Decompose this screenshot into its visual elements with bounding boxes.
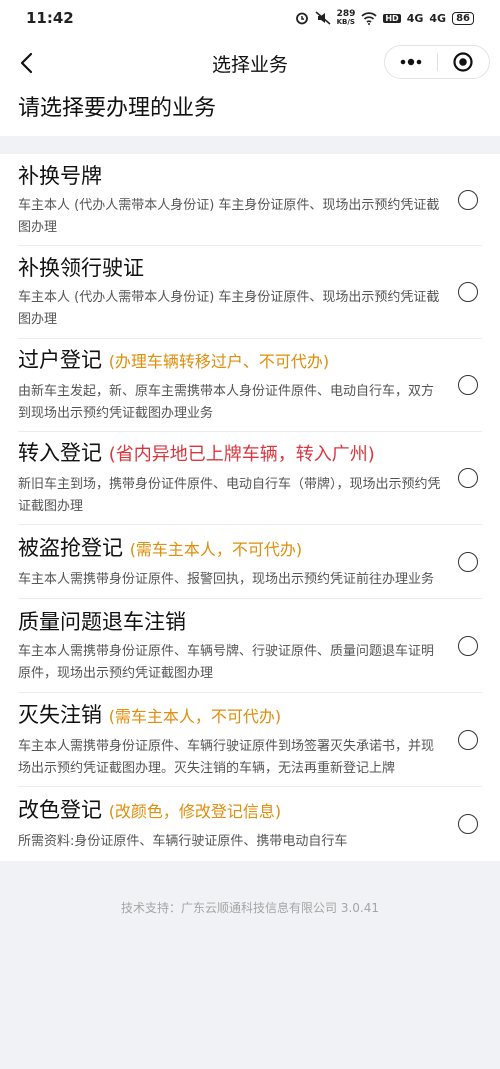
item-description: 车主本人需携带身份证原件、报警回执，现场出示预约凭证前往办理业务 (18, 571, 435, 587)
battery-indicator: 86 (452, 11, 474, 25)
item-title-row: 补换号牌 (18, 161, 444, 191)
item-title-row: 质量问题退车注销 (18, 607, 444, 637)
item-title: 改色登记 (18, 798, 102, 822)
mini-program-capsule (384, 45, 490, 79)
item-title-row: 灭失注销 (需车主本人，不可代办) (18, 700, 444, 732)
item-body: 改色登记 (改颜色，修改登记信息) 所需资料:身份证原件、车辆行驶证原件、携带电… (18, 795, 458, 853)
service-item-replace-license[interactable]: 补换领行驶证 车主本人 (代办人需带本人身份证) 车主身份证原件、现场出示预约凭… (18, 246, 482, 339)
service-item-replace-plate[interactable]: 补换号牌 车主本人 (代办人需带本人身份证) 车主身份证原件、现场出示预约凭证截… (18, 154, 482, 246)
item-body: 补换领行驶证 车主本人 (代办人需带本人身份证) 车主身份证原件、现场出示预约凭… (18, 253, 458, 331)
item-body: 被盗抢登记 (需车主本人，不可代办) 车主本人需携带身份证原件、报警回执，现场出… (18, 533, 458, 591)
item-note: (改颜色，修改登记信息) (108, 802, 282, 821)
item-note: (省内异地已上牌车辆，转入广州) (108, 444, 375, 465)
item-note: (需车主本人，不可代办) (108, 706, 282, 726)
item-title-row: 被盗抢登记 (需车主本人，不可代办) (18, 533, 444, 565)
signal-2: 4G (429, 11, 447, 25)
radio-button[interactable] (458, 468, 478, 488)
item-title-row: 改色登记 (改颜色，修改登记信息) (18, 795, 444, 827)
status-bar: 11:42 289 KB/S HD 4G 4G 86 (0, 0, 500, 36)
item-description: 由新车主发起，新、原车主需携带本人身份证件原件、电动自行车，双方到现场出示预约凭… (18, 384, 435, 421)
wifi-icon (361, 11, 377, 25)
item-description: 车主本人需携带身份证原件、车辆号牌、行驶证原件、质量问题退车证明原件，现场出示预… (18, 643, 435, 681)
item-title-row: 转入登记 (省内异地已上牌车辆，转入广州) (18, 438, 444, 470)
item-body: 补换号牌 车主本人 (代办人需带本人身份证) 车主身份证原件、现场出示预约凭证截… (18, 161, 458, 239)
section-heading-text: 请选择要办理的业务 (18, 96, 217, 121)
item-body: 转入登记 (省内异地已上牌车辆，转入广州) 新旧车主到场，携带身份证件原件、电动… (18, 438, 458, 518)
item-title: 被盗抢登记 (18, 535, 123, 560)
item-description: 车主本人 (代办人需带本人身份证) 车主身份证原件、现场出示预约凭证截图办理 (18, 290, 440, 327)
service-list: 补换号牌 车主本人 (代办人需带本人身份证) 车主身份证原件、现场出示预约凭证截… (0, 154, 500, 861)
status-time: 11:42 (26, 9, 74, 27)
radio-button[interactable] (458, 375, 478, 395)
page-title: 选择业务 (211, 53, 288, 76)
section-heading: 请选择要办理的业务 (0, 90, 500, 136)
nav-bar: 选择业务 (0, 36, 500, 90)
item-title: 补换号牌 (18, 163, 102, 188)
item-body: 质量问题退车注销 车主本人需携带身份证原件、车辆号牌、行驶证原件、质量问题退车证… (18, 607, 458, 685)
status-icons: 289 KB/S HD 4G 4G 86 (295, 10, 474, 26)
hd-badge: HD (383, 13, 401, 23)
service-item-loss-cancel[interactable]: 灭失注销 (需车主本人，不可代办) 车主本人需携带身份证原件、车辆行驶证原件到场… (18, 693, 482, 787)
service-item-color-change[interactable]: 改色登记 (改颜色，修改登记信息) 所需资料:身份证原件、车辆行驶证原件、携带电… (18, 787, 482, 861)
service-item-transfer-in[interactable]: 转入登记 (省内异地已上牌车辆，转入广州) 新旧车主到场，携带身份证件原件、电动… (18, 432, 482, 525)
item-description: 新旧车主到场，携带身份证件原件、电动自行车（带牌），现场出示预约凭证截图办理 (18, 477, 441, 514)
signal-1: 4G (406, 11, 424, 25)
service-item-transfer[interactable]: 过户登记 (办理车辆转移过户、不可代办) 由新车主发起，新、原车主需携带本人身份… (18, 339, 482, 432)
more-dots-icon (400, 58, 422, 66)
item-body: 灭失注销 (需车主本人，不可代办) 车主本人需携带身份证原件、车辆行驶证原件到场… (18, 700, 458, 780)
item-title: 转入登记 (18, 441, 102, 465)
item-body: 过户登记 (办理车辆转移过户、不可代办) 由新车主发起，新、原车主需携带本人身份… (18, 345, 458, 425)
item-note: (办理车辆转移过户、不可代办) (108, 352, 330, 371)
service-item-theft[interactable]: 被盗抢登记 (需车主本人，不可代办) 车主本人需携带身份证原件、报警回执，现场出… (18, 525, 482, 599)
radio-button[interactable] (458, 814, 478, 834)
alarm-icon (295, 12, 308, 25)
radio-button[interactable] (458, 729, 478, 750)
chevron-left-icon[interactable] (14, 49, 42, 77)
radio-button[interactable] (458, 282, 478, 302)
item-title: 灭失注销 (18, 702, 102, 727)
item-title: 质量问题退车注销 (18, 609, 186, 634)
close-button[interactable] (438, 46, 490, 78)
item-description: 车主本人 (代办人需带本人身份证) 车主身份证原件、现场出示预约凭证截图办理 (18, 197, 440, 235)
item-note: (需车主本人，不可代办) (129, 539, 303, 559)
item-description: 所需资料:身份证原件、车辆行驶证原件、携带电动自行车 (18, 834, 348, 849)
item-title-row: 补换领行驶证 (18, 253, 444, 283)
radio-button[interactable] (458, 189, 478, 210)
service-item-quality-return[interactable]: 质量问题退车注销 车主本人需携带身份证原件、车辆号牌、行驶证原件、质量问题退车证… (18, 599, 482, 693)
footer-text: 技术支持：广东云顺通科技信息有限公司 3.0.41 (121, 901, 379, 915)
item-title: 过户登记 (18, 348, 102, 372)
item-title-row: 过户登记 (办理车辆转移过户、不可代办) (18, 345, 444, 377)
radio-button[interactable] (458, 551, 478, 572)
mute-icon (315, 11, 331, 25)
item-description: 车主本人需携带身份证原件、车辆行驶证原件到场签署灭失承诺书，并现场出示预约凭证截… (18, 738, 435, 776)
network-speed: 289 KB/S (336, 9, 356, 27)
target-circle-icon (453, 52, 473, 72)
radio-button[interactable] (458, 635, 478, 656)
item-title: 补换领行驶证 (18, 256, 144, 280)
more-button[interactable] (385, 46, 437, 78)
